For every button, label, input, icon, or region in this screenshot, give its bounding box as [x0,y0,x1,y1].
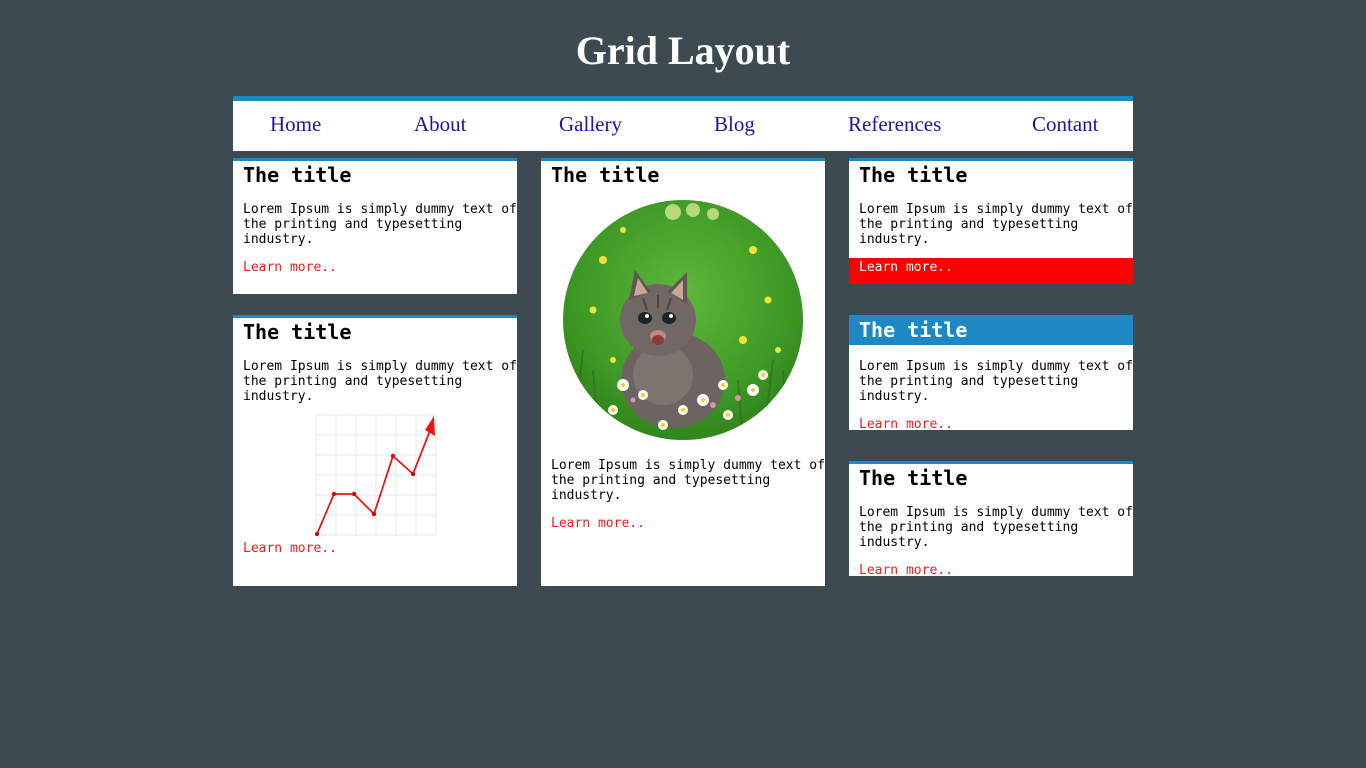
card-title: The title [551,163,660,187]
nav-references[interactable]: References [848,111,941,137]
card-text-line: Lorem Ipsum is simply dummy text of [859,359,1133,374]
card-text-line: industry. [551,488,622,503]
card-text-line: the printing and typesetting [243,217,463,232]
card-title: The title [243,320,352,344]
card-1: The title Lorem Ipsum is simply dummy te… [233,158,517,294]
card-text-line: the printing and typesetting [859,520,1079,535]
nav-contant[interactable]: Contant [1032,111,1099,137]
nav-blog[interactable]: Blog [714,111,755,137]
card-4: The title Lorem Ipsum is simply dummy te… [849,158,1133,284]
card-text-line: the printing and typesetting [551,473,771,488]
learn-more-link[interactable]: Learn more.. [243,260,337,275]
card-text-line: industry. [859,389,930,404]
card-title: The title [859,163,968,187]
nav-gallery[interactable]: Gallery [559,111,622,137]
page-title: Grid Layout [575,28,791,73]
kitten-image [563,200,803,440]
card-text-line: the printing and typesetting [859,374,1079,389]
card-title: The title [859,318,968,342]
learn-more-link[interactable]: Learn more.. [859,260,953,275]
card-title: The title [243,163,352,187]
nav-about[interactable]: About [414,111,467,137]
nav-home[interactable]: Home [270,111,321,137]
card-text-line: Lorem Ipsum is simply dummy text of [551,458,825,473]
card-6: The title Lorem Ipsum is simply dummy te… [849,461,1133,576]
card-text-line: industry. [243,389,314,404]
card-text-line: the printing and typesetting [859,217,1079,232]
card-text-line: Lorem Ipsum is simply dummy text of [859,505,1133,520]
card-text-line: industry. [243,232,314,247]
card-text-line: industry. [859,535,930,550]
card-text-line: Lorem Ipsum is simply dummy text of [859,202,1133,217]
card-2: The title Lorem Ipsum is simply dummy te… [233,315,517,586]
card-5: The title Lorem Ipsum is simply dummy te… [849,315,1133,430]
learn-more-link[interactable]: Learn more.. [859,563,953,576]
card-text-line: Lorem Ipsum is simply dummy text of [243,359,517,374]
card-3: The title Lorem Ipsum is simply dummy te… [541,158,825,586]
learn-more-link[interactable]: Learn more.. [859,417,953,430]
learn-more-link[interactable]: Learn more.. [243,541,337,556]
learn-more-link[interactable]: Learn more.. [551,516,645,531]
trend-up-chart-icon [315,414,437,536]
card-text-line: the printing and typesetting [243,374,463,389]
card-text-line: industry. [859,232,930,247]
main-navigation: Home About Gallery Blog References Conta… [233,96,1133,151]
card-text-line: Lorem Ipsum is simply dummy text of [243,202,517,217]
card-title: The title [859,466,968,490]
